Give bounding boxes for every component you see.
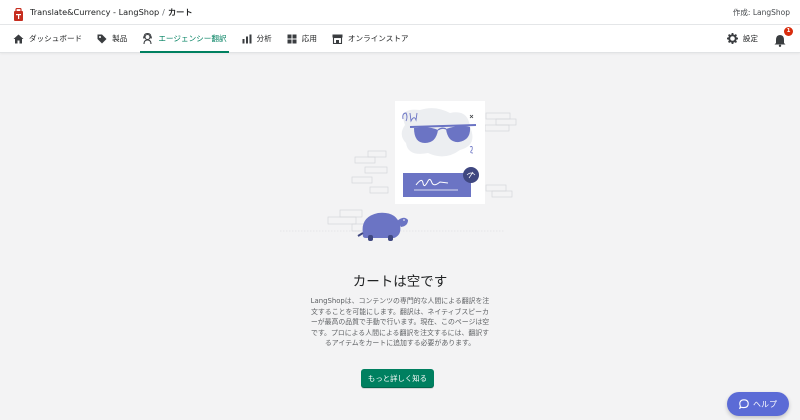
breadcrumb: Translate&Currency - LangShop / カート: [30, 6, 193, 18]
nav-item-dashboard[interactable]: ダッシュボード: [13, 25, 82, 53]
nav-item-label: エージェンシー翻訳: [158, 34, 227, 43]
nav-item-label: オンラインストア: [347, 34, 409, 43]
nav-item-online-store[interactable]: オンラインストア: [332, 25, 409, 53]
empty-cart-illustration: [270, 95, 520, 255]
top-bar: Translate&Currency - LangShop / カート 作成: …: [0, 0, 800, 25]
agent-icon: [143, 33, 153, 44]
help-label: ヘルプ: [753, 399, 777, 409]
breadcrumb-separator: /: [162, 7, 165, 17]
learn-more-button[interactable]: もっと詳しく知る: [361, 369, 434, 388]
nav-item-label: ダッシュボード: [29, 34, 83, 43]
nav-item-analytics[interactable]: 分析: [242, 25, 272, 53]
app-logo-icon: [13, 6, 24, 21]
bar-chart-icon: [242, 34, 252, 43]
nav-item-products[interactable]: 製品: [97, 25, 127, 53]
nav-item-label: 分析: [256, 34, 272, 43]
apps-icon: [287, 34, 297, 43]
nav-item-label: 応用: [301, 34, 317, 43]
bell-icon: [774, 34, 786, 47]
empty-state-description: LangShopは、コンテンツの専門的な人間による翻訳を注文することを可能にしま…: [310, 297, 490, 348]
gear-icon: [726, 33, 738, 44]
notifications-button[interactable]: 1: [774, 26, 793, 47]
tag-icon: [97, 34, 107, 43]
notification-badge: 1: [784, 26, 793, 36]
turtle-icon: [357, 212, 408, 241]
breadcrumb-current: カート: [167, 7, 193, 17]
nav-item-label: 製品: [112, 34, 128, 43]
store-icon: [332, 34, 343, 44]
settings-label: 設定: [742, 34, 758, 43]
nav-item-apps[interactable]: 応用: [287, 25, 317, 53]
home-icon: [13, 34, 24, 43]
breadcrumb-app-name[interactable]: Translate&Currency - LangShop: [30, 7, 159, 17]
nav-item-agency-translation[interactable]: エージェンシー翻訳: [140, 25, 229, 53]
main-nav: ダッシュボード 製品 エージェンシー翻訳 分析 応用 オンラインストア 設定 1: [0, 25, 800, 53]
help-button[interactable]: ヘルプ: [727, 392, 789, 416]
chat-bubble-icon: [739, 399, 749, 409]
settings-link[interactable]: 設定: [726, 33, 758, 44]
made-by-label: 作成: LangShop: [732, 7, 790, 17]
nav-right: 設定 1: [726, 26, 793, 47]
empty-state-title: カートは空です: [352, 274, 448, 290]
